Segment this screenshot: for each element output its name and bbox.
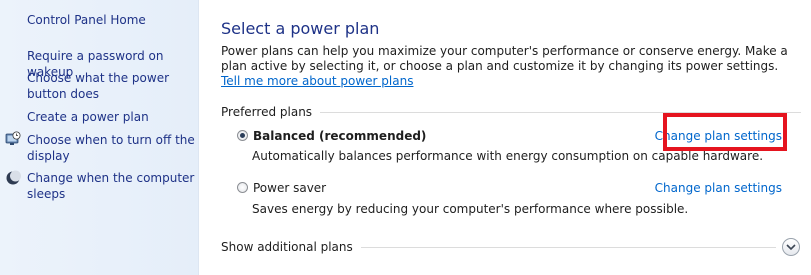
sidebar-item-control-panel-home[interactable]: Control Panel Home — [27, 12, 197, 28]
moon-icon — [5, 170, 21, 186]
plan-power-saver-name[interactable]: Power saver — [253, 180, 326, 196]
intro-text: Power plans can help you maximize your c… — [221, 44, 788, 73]
plan-power-saver-description: Saves energy by reducing your computer's… — [252, 202, 689, 216]
plan-balanced-radio[interactable] — [237, 130, 248, 141]
plan-power-saver-row: Power saver Change plan settings — [237, 180, 782, 198]
preferred-plans-heading: Preferred plans — [221, 105, 313, 119]
intro-paragraph: Power plans can help you maximize your c… — [221, 44, 801, 89]
plan-power-saver-radio[interactable] — [237, 182, 248, 193]
plan-power-saver-change-settings-link[interactable]: Change plan settings — [655, 180, 782, 196]
sidebar: Control Panel Home Require a password on… — [0, 0, 199, 275]
plan-balanced-name[interactable]: Balanced (recommended) — [253, 128, 426, 144]
tell-me-more-link[interactable]: Tell me more about power plans — [221, 74, 413, 88]
power-options-window: Control Panel Home Require a password on… — [0, 0, 811, 275]
page-title: Select a power plan — [221, 19, 380, 38]
sidebar-item-power-button[interactable]: Choose what the power button does — [27, 70, 197, 102]
highlight-box — [663, 113, 787, 151]
chevron-down-icon — [786, 244, 796, 251]
main-content: Select a power plan Power plans can help… — [199, 0, 811, 275]
additional-plans-heading[interactable]: Show additional plans — [221, 240, 361, 254]
display-clock-icon — [5, 131, 21, 147]
additional-plans-section[interactable]: Show additional plans — [221, 239, 776, 255]
sidebar-item-turn-off-display[interactable]: Choose when to turn off the display — [27, 132, 197, 164]
expand-additional-plans-button[interactable] — [782, 238, 800, 256]
sidebar-item-computer-sleeps[interactable]: Change when the computer sleeps — [27, 170, 197, 202]
section-divider — [360, 246, 776, 248]
sidebar-item-create-plan[interactable]: Create a power plan — [27, 109, 197, 125]
